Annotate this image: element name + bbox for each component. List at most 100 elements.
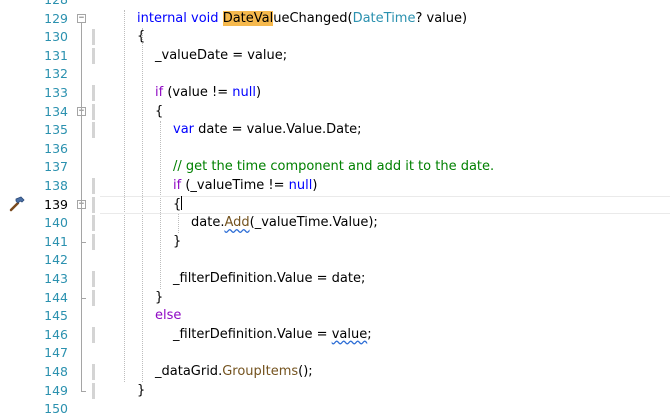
change-marker: [92, 382, 95, 399]
change-marker: [92, 47, 95, 64]
change-marker: [92, 233, 95, 250]
line-number: 131: [44, 47, 68, 63]
line-number: 144: [44, 289, 68, 305]
code-line[interactable]: {: [100, 28, 670, 46]
code-line[interactable]: [100, 344, 670, 362]
line-number: 149: [44, 382, 68, 398]
line-number: 128: [36, 0, 68, 9]
code-token: ();: [298, 364, 313, 379]
code-line[interactable]: }: [100, 233, 670, 251]
line-number: 129: [44, 10, 68, 26]
code-token: null: [288, 178, 313, 193]
change-marker: [92, 85, 95, 101]
code-token: }: [137, 382, 146, 398]
change-marker: [92, 215, 95, 232]
text-caret: [181, 195, 183, 210]
code-line[interactable]: _dataGrid.GroupItems();: [100, 363, 670, 381]
code-token: ? value): [415, 10, 468, 26]
change-marker: [92, 364, 95, 380]
code-line[interactable]: if (_valueTime != null): [100, 177, 670, 195]
line-number: 136: [44, 140, 68, 156]
code-token: {: [173, 196, 182, 212]
line-number: 143: [44, 271, 68, 286]
change-marker: [92, 122, 95, 139]
line-number: 148: [44, 364, 68, 379]
code-token: ): [256, 85, 262, 100]
code-token: DateTime: [352, 10, 416, 26]
line-number: 142: [44, 252, 68, 268]
line-number: 145: [44, 308, 68, 324]
line-number: 141: [44, 233, 68, 249]
code-token: date.: [191, 215, 225, 231]
code-token: DateVal: [222, 10, 274, 26]
code-token: _filterDefinition.Value = date;: [173, 271, 366, 286]
line-number: 150: [44, 401, 68, 417]
code-line[interactable]: var date = value.Value.Date;: [100, 121, 670, 139]
code-token: ): [312, 178, 318, 193]
line-number: 138: [44, 178, 68, 193]
code-line[interactable]: [100, 400, 670, 418]
fold-region-line: [81, 209, 82, 242]
line-number: 130: [44, 29, 68, 45]
fold-region-line: [81, 116, 82, 298]
fold-region-end: [81, 241, 86, 243]
hammer-icon[interactable]: [8, 195, 26, 213]
code-line[interactable]: if (value != null): [100, 84, 670, 102]
code-line[interactable]: [100, 0, 670, 9]
code-token: if: [173, 178, 182, 193]
change-marker: [92, 178, 95, 194]
code-line[interactable]: }: [100, 289, 670, 307]
line-number: 137: [44, 159, 68, 175]
code-token: Add: [224, 215, 250, 231]
code-line[interactable]: // get the time component and add it to …: [100, 158, 670, 176]
change-marker: [92, 103, 95, 120]
code-token: if: [155, 85, 164, 100]
code-line[interactable]: {: [100, 103, 670, 121]
code-token: }: [173, 233, 182, 249]
code-line[interactable]: _filterDefinition.Value = value;: [100, 326, 670, 344]
code-token: _dataGrid.: [155, 364, 223, 379]
change-marker: [92, 196, 95, 213]
change-marker: [92, 271, 95, 287]
change-marker: [92, 326, 95, 343]
code-token: null: [232, 85, 256, 100]
code-token: }: [155, 289, 164, 305]
code-line[interactable]: [100, 65, 670, 83]
code-token: var: [173, 122, 195, 138]
code-line[interactable]: else: [100, 307, 670, 325]
line-number: 147: [44, 345, 68, 361]
code-line[interactable]: internal void DateValueChanged(DateTime?…: [100, 10, 670, 28]
code-token: (_valueTime !=: [181, 178, 289, 193]
code-token: // get the time component and add it to …: [173, 159, 495, 175]
code-token: value: [331, 326, 368, 342]
code-line[interactable]: {: [100, 195, 670, 214]
code-token: internal: [137, 10, 187, 26]
code-token: _valueDate = value;: [155, 47, 288, 63]
fold-region-end: [81, 297, 86, 299]
code-line[interactable]: }: [100, 382, 670, 400]
line-number: 133: [44, 85, 68, 100]
line-number: 139: [44, 196, 68, 212]
code-editor[interactable]: 128129 130 131 132 133 134 135 136 137 138 139 140 1…: [0, 0, 670, 416]
code-token: date = value.Value.Date;: [194, 122, 362, 138]
line-number: 135: [44, 122, 68, 138]
code-line[interactable]: _valueDate = value;: [100, 47, 670, 65]
line-number: 140: [44, 215, 68, 231]
code-line[interactable]: date.Add(_valueTime.Value);: [100, 214, 670, 232]
collapse-toggle-icon[interactable]: −: [77, 14, 86, 24]
line-number: 132: [44, 66, 68, 82]
code-token: void: [191, 10, 219, 26]
code-token: {: [155, 103, 164, 119]
code-token: (value !=: [163, 85, 233, 100]
code-line[interactable]: [100, 140, 670, 158]
code-token: GroupItems: [222, 364, 299, 379]
fold-region-end: [81, 390, 86, 392]
line-number: 146: [44, 326, 68, 342]
line-number: 134: [44, 103, 68, 119]
code-token: ueChanged(: [273, 10, 353, 26]
code-token: ;: [367, 326, 372, 342]
code-line[interactable]: _filterDefinition.Value = date;: [100, 270, 670, 288]
change-marker: [92, 29, 95, 46]
code-token: (_valueTime.Value);: [249, 215, 378, 231]
code-line[interactable]: [100, 251, 670, 269]
